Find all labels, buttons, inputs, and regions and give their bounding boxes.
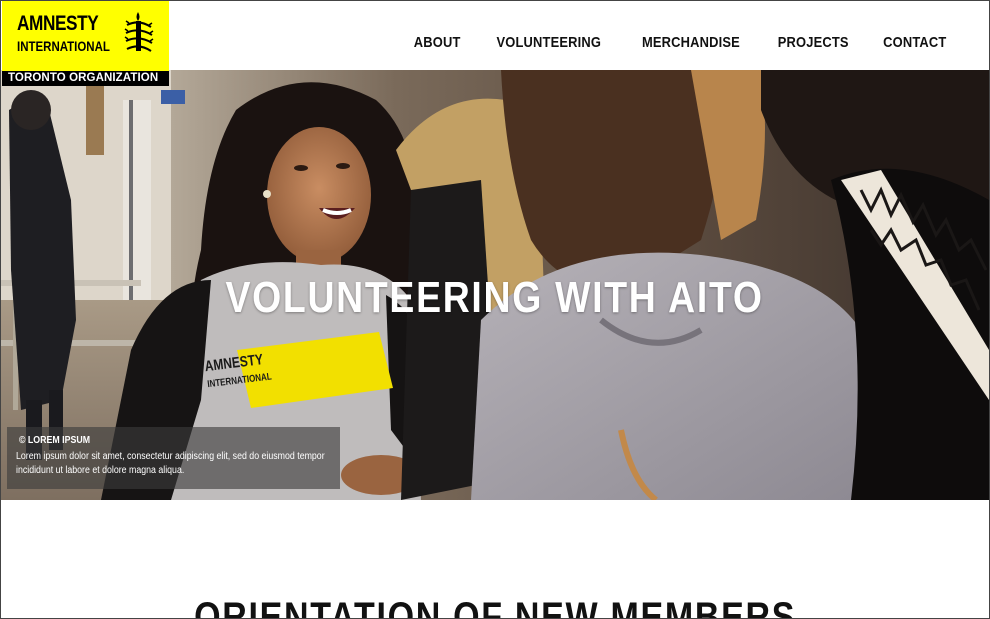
caption-title: © LOREM IPSUM <box>19 435 91 446</box>
logo-subtitle: INTERNATIONAL <box>17 38 110 54</box>
section-title: ORIENTATION OF NEW MEMBERS <box>193 595 797 619</box>
hero-banner: AMNESTY INTERNATIONAL VOLUNTEERING WITH … <box>1 70 989 500</box>
caption-text: Lorem ipsum dolor sit amet, consectetur … <box>16 451 325 476</box>
hero-title: VOLUNTEERING WITH AITO <box>225 273 765 322</box>
nav-projects[interactable]: PROJECTS <box>778 34 849 51</box>
page-frame: ABOUT VOLUNTEERING MERCHANDISE PROJECTS … <box>0 0 990 619</box>
nav-contact[interactable]: CONTACT <box>884 34 947 51</box>
nav-merchandise[interactable]: MERCHANDISE <box>642 34 740 51</box>
logo-org-text: TORONTO ORGANIZATION <box>8 72 159 84</box>
amnesty-logo[interactable]: AMNESTY INTERNATIONAL TORONTO ORGANIZATI… <box>2 1 169 86</box>
photo-caption: © LOREM IPSUM Lorem ipsum dolor sit amet… <box>7 427 340 489</box>
logo-org-bar: TORONTO ORGANIZATION <box>2 71 169 86</box>
logo-yellow-block: AMNESTY INTERNATIONAL <box>2 1 169 71</box>
candle-barbed-wire-icon <box>124 12 154 52</box>
nav-about[interactable]: ABOUT <box>414 34 461 51</box>
nav-volunteering[interactable]: VOLUNTEERING <box>497 34 602 51</box>
main-nav: ABOUT VOLUNTEERING MERCHANDISE PROJECTS … <box>386 34 952 51</box>
logo-title: AMNESTY <box>17 12 99 35</box>
